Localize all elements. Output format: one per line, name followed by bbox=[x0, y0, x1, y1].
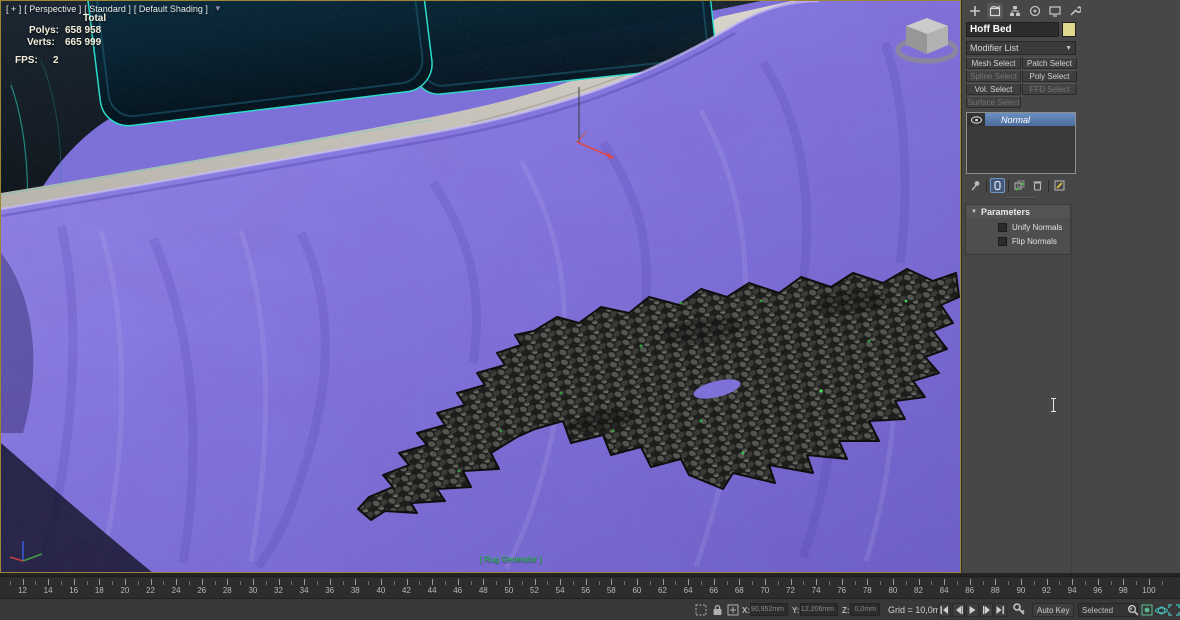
selection-region-icon[interactable] bbox=[694, 603, 708, 617]
stats-fps-value: 2 bbox=[53, 55, 59, 66]
object-name-field[interactable]: Hoff Bed bbox=[966, 22, 1059, 37]
stats-verts-label: Verts: bbox=[27, 37, 55, 48]
surface-select-button[interactable]: Surface Select bbox=[966, 96, 1021, 108]
next-frame-button[interactable] bbox=[980, 603, 993, 617]
modify-tab[interactable] bbox=[987, 3, 1003, 19]
pin-stack-icon[interactable] bbox=[968, 178, 983, 193]
select-buttons-grid: Mesh Select Patch Select Spline Select P… bbox=[966, 57, 1078, 108]
unify-normals-checkbox[interactable] bbox=[998, 223, 1007, 232]
play-button[interactable] bbox=[966, 603, 979, 617]
modifier-stack-row-normal[interactable]: Normal bbox=[967, 113, 1075, 126]
z-coord-label: Z: bbox=[842, 606, 850, 615]
hierarchy-tab[interactable] bbox=[1007, 3, 1023, 19]
text-cursor bbox=[1050, 398, 1057, 412]
selection-lock-icon[interactable] bbox=[710, 603, 724, 617]
show-end-result-icon[interactable] bbox=[990, 178, 1005, 193]
create-tab[interactable] bbox=[967, 3, 983, 19]
maximize-viewport-icon[interactable] bbox=[1167, 603, 1180, 617]
parameters-rollout: ▼ Parameters Unify Normals Flip Normals bbox=[965, 204, 1071, 255]
display-tab[interactable] bbox=[1047, 3, 1063, 19]
previous-frame-button[interactable] bbox=[952, 603, 965, 617]
set-key-icon[interactable] bbox=[1012, 602, 1026, 616]
orbit-icon[interactable] bbox=[1154, 603, 1168, 617]
command-panel: Hoff Bed Modifier List ▼ Mesh Select Pat… bbox=[961, 0, 1180, 573]
auto-key-button[interactable]: Auto Key bbox=[1032, 603, 1074, 617]
flip-normals-option[interactable]: Flip Normals bbox=[998, 237, 1057, 246]
viewport-menu-plus[interactable]: [ + ] bbox=[6, 4, 21, 14]
go-to-start-button[interactable] bbox=[938, 603, 951, 617]
absolute-mode-icon[interactable] bbox=[726, 603, 740, 617]
flip-normals-checkbox[interactable] bbox=[998, 237, 1007, 246]
stats-polys-label: Polys: bbox=[29, 25, 59, 36]
viewport-3d[interactable]: [ + ] [ Perspective ] [ Standard ] [ Def… bbox=[0, 0, 961, 573]
status-bar: X: 1990,952mm Y: -112,206mm Z: 0,0mm Gri… bbox=[0, 598, 1180, 620]
modifier-stack-toolbar bbox=[968, 178, 1067, 193]
parameters-rollout-title: Parameters bbox=[981, 207, 1030, 217]
zoom-icon[interactable] bbox=[1126, 603, 1140, 617]
scene-tag-label: [ Rug Generator ] bbox=[431, 555, 591, 564]
3dsmax-window: [ + ] [ Perspective ] [ Standard ] [ Def… bbox=[0, 0, 1180, 620]
z-coord-field[interactable]: 0,0mm bbox=[850, 603, 880, 616]
command-panel-tabs bbox=[967, 3, 1083, 19]
x-coord-label: X: bbox=[742, 606, 750, 615]
y-coord-field[interactable]: -112,206mm bbox=[800, 603, 838, 616]
zoom-extents-icon[interactable] bbox=[1140, 603, 1154, 617]
utilities-tab[interactable] bbox=[1067, 3, 1083, 19]
x-coord-field[interactable]: 1990,952mm bbox=[750, 603, 788, 616]
poly-select-button[interactable]: Poly Select bbox=[1022, 70, 1077, 82]
selection-set-value: Selected bbox=[1082, 606, 1113, 615]
stats-total-label: Total bbox=[83, 13, 106, 24]
timeline-ruler[interactable]: 1214161820222426283032343638404244464850… bbox=[0, 576, 1180, 598]
patch-select-button[interactable]: Patch Select bbox=[1022, 57, 1077, 69]
mesh-select-button[interactable]: Mesh Select bbox=[966, 57, 1021, 69]
spline-select-button[interactable]: Spline Select bbox=[966, 70, 1021, 82]
chevron-down-icon: ▼ bbox=[1065, 45, 1072, 52]
modifier-name: Normal bbox=[1001, 115, 1030, 125]
parameters-rollout-header[interactable]: ▼ Parameters bbox=[966, 205, 1070, 218]
flip-normals-label: Flip Normals bbox=[1012, 237, 1057, 246]
modifier-list-dropdown[interactable]: Modifier List ▼ bbox=[966, 41, 1076, 55]
modifier-visibility-toggle[interactable] bbox=[967, 113, 985, 126]
modifier-stack[interactable]: Normal bbox=[966, 112, 1076, 174]
stats-verts-value: 665 999 bbox=[65, 37, 101, 48]
go-to-end-button[interactable] bbox=[994, 603, 1007, 617]
remove-modifier-icon[interactable] bbox=[1030, 178, 1045, 193]
rollout-arrow-icon: ▼ bbox=[971, 209, 977, 215]
stats-polys-value: 658 958 bbox=[65, 25, 101, 36]
viewport-label[interactable]: [ + ] [ Perspective ] [ Standard ] [ Def… bbox=[6, 4, 222, 14]
stats-fps-label: FPS: bbox=[15, 55, 38, 66]
configure-modifier-sets-icon[interactable] bbox=[1052, 178, 1067, 193]
viewport-shading-label[interactable]: [ Default Shading ] bbox=[134, 4, 208, 14]
panel-scroll-track[interactable] bbox=[1071, 204, 1072, 572]
unify-normals-option[interactable]: Unify Normals bbox=[998, 223, 1062, 232]
bed-scene[interactable] bbox=[1, 1, 960, 572]
unify-normals-label: Unify Normals bbox=[1012, 223, 1062, 232]
viewport-pov-label[interactable]: [ Perspective ] bbox=[24, 4, 81, 14]
eye-icon bbox=[971, 116, 982, 124]
rollout-divider[interactable] bbox=[1006, 197, 1036, 199]
vol-select-button[interactable]: Vol. Select bbox=[966, 83, 1021, 95]
y-coord-label: Y: bbox=[792, 606, 799, 615]
viewport-menu-arrow-icon[interactable]: ▼ bbox=[214, 4, 222, 14]
modifier-list-label: Modifier List bbox=[970, 43, 1019, 53]
object-color-swatch[interactable] bbox=[1062, 22, 1076, 37]
motion-tab[interactable] bbox=[1027, 3, 1043, 19]
make-unique-icon[interactable] bbox=[1012, 178, 1027, 193]
ffd-select-button[interactable]: FFD Select bbox=[1022, 83, 1077, 95]
